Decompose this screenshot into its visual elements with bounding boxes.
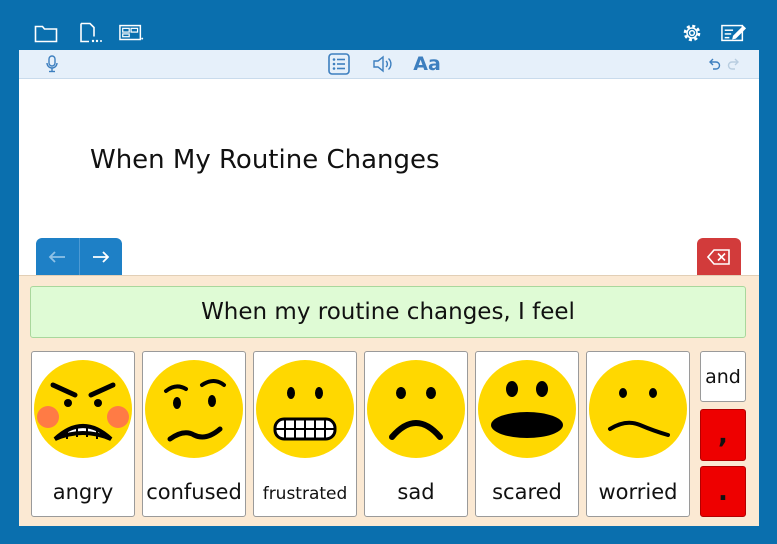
document-area[interactable]: Aa When My Routine Changes — [19, 50, 759, 276]
settings-icon[interactable] — [679, 22, 705, 44]
worried-face-icon — [589, 360, 687, 458]
sentence-cell[interactable]: When my routine changes, I feel — [30, 286, 746, 338]
comma-button[interactable]: , — [700, 409, 746, 461]
word-card-worried[interactable]: worried — [586, 351, 690, 517]
word-card-and[interactable]: and — [700, 351, 746, 402]
redo-icon[interactable] — [727, 54, 741, 74]
word-grid: When my routine changes, I feel angry co… — [19, 275, 759, 526]
folder-icon[interactable] — [33, 22, 59, 44]
period-button[interactable]: . — [700, 466, 746, 517]
word-card-frustrated[interactable]: frustrated — [253, 351, 357, 517]
microphone-icon[interactable] — [43, 54, 61, 74]
word-list-icon[interactable] — [328, 53, 350, 75]
font-size-button[interactable]: Aa — [412, 53, 442, 75]
word-card-sad[interactable]: sad — [364, 351, 468, 517]
arrow-right-icon — [92, 251, 110, 263]
word-card-label: confused — [146, 480, 242, 504]
speaker-icon[interactable] — [372, 54, 394, 74]
arrow-left-icon — [48, 251, 66, 263]
layout-icon[interactable] — [119, 22, 145, 44]
frustrated-face-icon — [256, 360, 354, 458]
document-title: When My Routine Changes — [90, 145, 440, 175]
word-card-confused[interactable]: confused — [142, 351, 246, 517]
forward-button[interactable] — [80, 238, 123, 276]
document-toolbar: Aa — [19, 50, 759, 79]
word-card-label: angry — [52, 480, 114, 504]
confused-face-icon — [145, 360, 243, 458]
word-card-label: frustrated — [262, 484, 348, 504]
backspace-icon — [707, 249, 730, 265]
edit-mode-icon[interactable] — [721, 22, 747, 44]
word-card-scared[interactable]: scared — [475, 351, 579, 517]
angry-face-icon — [34, 360, 132, 458]
scared-face-icon — [478, 360, 576, 458]
navigation-buttons — [36, 238, 122, 276]
sad-face-icon — [367, 360, 465, 458]
undo-icon[interactable] — [707, 54, 721, 74]
word-card-angry[interactable]: angry — [31, 351, 135, 517]
new-document-icon[interactable] — [77, 22, 103, 44]
word-card-label: sad — [397, 480, 435, 504]
word-card-label: worried — [598, 480, 678, 504]
word-card-label: scared — [492, 480, 562, 504]
back-button[interactable] — [36, 238, 80, 276]
delete-button[interactable] — [697, 238, 741, 276]
